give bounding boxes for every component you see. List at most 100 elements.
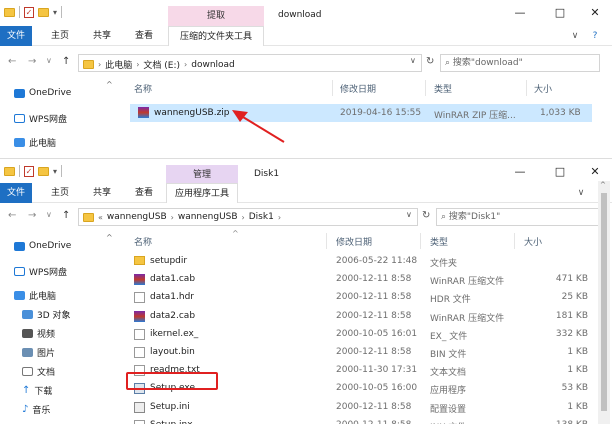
nav-item-onedrive[interactable]: OneDrive xyxy=(14,88,71,98)
breadcrumb-item[interactable]: 文档 (E:) xyxy=(143,58,180,71)
file-size: 1 KB xyxy=(567,347,588,357)
breadcrumb-item[interactable]: wannengUSB xyxy=(107,212,167,222)
back-icon[interactable]: ← xyxy=(8,210,16,221)
column-size[interactable]: 大小 xyxy=(524,235,542,248)
file-row[interactable]: data1.cab 2000-12-11 8:58 WinRAR 压缩文件 471 K… xyxy=(126,271,594,287)
nav-item-documents[interactable]: 文档 xyxy=(22,365,55,378)
customize-toolbar-icon[interactable]: ▾ xyxy=(53,167,57,176)
wps-cloud-icon xyxy=(14,114,25,123)
scrollbar[interactable]: ^ xyxy=(598,181,610,424)
file-row[interactable]: data2.cab 2000-12-11 8:58 WinRAR 压缩文件 181 K… xyxy=(126,308,594,324)
path-overflow[interactable]: « xyxy=(98,213,103,222)
up-icon[interactable]: ↑ xyxy=(62,210,70,221)
column-name[interactable]: 名称 xyxy=(134,235,152,248)
nav-item-wps[interactable]: WPS网盘 xyxy=(14,112,67,125)
tab-view[interactable]: 查看 xyxy=(128,26,160,46)
help-icon[interactable]: ? xyxy=(588,26,602,46)
chevron-icon: › xyxy=(241,212,245,222)
recent-locations-icon[interactable]: ∨ xyxy=(46,56,52,65)
tab-home[interactable]: 主页 xyxy=(44,26,76,46)
nav-item-music[interactable]: ♪ 音乐 xyxy=(22,403,50,416)
document-icon xyxy=(22,367,33,376)
tab-manage-context[interactable]: 管理 xyxy=(166,165,238,185)
file-row[interactable]: setupdir 2006-05-22 11:48 文件夹 xyxy=(126,253,594,269)
nav-scroll-up-icon[interactable]: ^ xyxy=(106,233,113,242)
quick-access-toolbar: ✓ ▾ xyxy=(4,6,63,18)
nav-scroll-up-icon[interactable]: ^ xyxy=(106,80,113,89)
file-row[interactable]: Setup.ini 2000-12-11 8:58 配置设置 1 KB xyxy=(126,399,594,415)
minimize-button[interactable]: — xyxy=(505,6,535,19)
scroll-up-icon[interactable]: ^ xyxy=(600,181,606,189)
recent-locations-icon[interactable]: ∨ xyxy=(46,210,52,219)
nav-item-wps[interactable]: WPS网盘 xyxy=(14,265,67,278)
refresh-icon[interactable]: ↻ xyxy=(422,210,430,221)
column-name[interactable]: 名称 xyxy=(134,82,152,95)
search-input[interactable]: ⌕ 搜索"download" xyxy=(440,54,600,72)
file-size: 1 KB xyxy=(567,365,588,376)
tab-file[interactable]: 文件 xyxy=(0,183,32,203)
tab-share[interactable]: 共享 xyxy=(86,26,118,46)
tab-application-tools[interactable]: 应用程序工具 xyxy=(166,183,238,203)
nav-item-downloads[interactable]: ↑ 下载 xyxy=(22,384,52,397)
wps-cloud-icon xyxy=(14,267,25,276)
refresh-icon[interactable]: ↻ xyxy=(426,56,434,67)
new-folder-icon[interactable] xyxy=(38,7,49,17)
up-icon[interactable]: ↑ xyxy=(62,56,70,67)
file-row[interactable]: ikernel.ex_ 2000-10-05 16:01 EX_ 文件 332 KB xyxy=(126,326,594,342)
column-size[interactable]: 大小 xyxy=(534,82,552,95)
nav-item-this-pc[interactable]: 此电脑 xyxy=(14,289,56,302)
document-icon xyxy=(134,328,145,340)
breadcrumb-item[interactable]: wannengUSB xyxy=(178,212,238,222)
file-row[interactable]: layout.bin 2000-12-11 8:58 BIN 文件 1 KB xyxy=(126,344,594,360)
nav-item-onedrive[interactable]: OneDrive xyxy=(14,241,71,251)
column-date[interactable]: 修改日期 xyxy=(340,82,376,95)
column-date[interactable]: 修改日期 xyxy=(336,235,372,248)
file-row[interactable]: data1.hdr 2000-12-11 8:58 HDR 文件 25 KB xyxy=(126,289,594,305)
properties-icon[interactable]: ✓ xyxy=(24,6,34,18)
nav-item-this-pc[interactable]: 此电脑 xyxy=(14,136,56,149)
collapse-ribbon-icon[interactable]: ∨ xyxy=(568,26,582,46)
nav-item-pictures[interactable]: 图片 xyxy=(22,346,55,359)
new-folder-icon[interactable] xyxy=(38,166,49,176)
address-dropdown-icon[interactable]: ∨ xyxy=(406,210,412,219)
collapse-ribbon-icon[interactable]: ∨ xyxy=(574,183,588,203)
breadcrumb-item[interactable]: download xyxy=(191,60,235,70)
customize-toolbar-icon[interactable]: ▾ xyxy=(53,8,57,17)
nav-item-videos[interactable]: 视频 xyxy=(22,327,55,340)
breadcrumb-item[interactable]: Disk1 xyxy=(249,212,274,222)
forward-icon[interactable]: → xyxy=(28,56,36,67)
winrar-archive-icon xyxy=(134,274,145,286)
tab-view[interactable]: 查看 xyxy=(128,183,160,203)
file-row[interactable]: wannengUSB.zip 2019-04-16 15:55 WinRAR Z… xyxy=(130,104,592,122)
search-input[interactable]: ⌕ 搜索"Disk1" xyxy=(436,208,600,226)
column-type[interactable]: 类型 xyxy=(430,235,448,248)
column-type[interactable]: 类型 xyxy=(434,82,452,95)
file-date: 2000-12-11 8:58 xyxy=(336,347,412,357)
address-box[interactable]: › 此电脑 › 文档 (E:) › download xyxy=(78,54,422,72)
maximize-button[interactable]: □ xyxy=(545,165,575,178)
tab-share[interactable]: 共享 xyxy=(86,183,118,203)
address-dropdown-icon[interactable]: ∨ xyxy=(410,56,416,65)
close-button[interactable]: ✕ xyxy=(580,165,610,178)
scrollbar-thumb[interactable] xyxy=(601,193,607,411)
file-size: 1,033 KB xyxy=(540,108,581,118)
back-icon[interactable]: ← xyxy=(8,56,16,67)
close-button[interactable]: ✕ xyxy=(580,6,610,19)
tab-extract-context[interactable]: 提取 xyxy=(168,6,264,26)
properties-icon[interactable]: ✓ xyxy=(24,165,34,177)
divider xyxy=(425,80,426,96)
minimize-button[interactable]: — xyxy=(505,165,535,178)
address-box[interactable]: « wannengUSB › wannengUSB › Disk1 › xyxy=(78,208,418,226)
tab-compressed-folder-tools[interactable]: 压缩的文件夹工具 xyxy=(168,26,264,46)
forward-icon[interactable]: → xyxy=(28,210,36,221)
document-icon xyxy=(134,292,145,304)
tab-file[interactable]: 文件 xyxy=(0,26,32,46)
nav-item-3d-objects[interactable]: 3D 对象 xyxy=(22,308,71,321)
file-date: 2000-12-11 8:58 xyxy=(336,292,412,303)
search-icon: ⌕ xyxy=(441,212,447,222)
breadcrumb-item[interactable]: 此电脑 xyxy=(105,58,132,71)
maximize-button[interactable]: □ xyxy=(545,6,575,19)
divider xyxy=(420,233,421,249)
file-row[interactable]: Setup.inx 2000-12-11 8:58 INX 文件 138 KB xyxy=(126,417,594,424)
tab-home[interactable]: 主页 xyxy=(44,183,76,203)
